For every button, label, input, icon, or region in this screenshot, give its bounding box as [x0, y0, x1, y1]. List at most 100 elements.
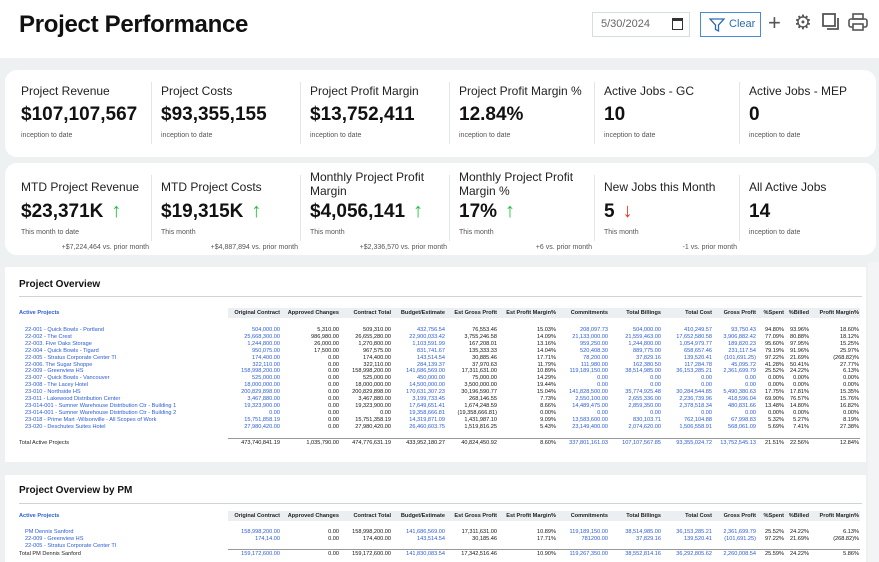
table-row[interactable]: 23-018 - Prime Mart -Wilsonville - All S… — [19, 417, 860, 424]
cell[interactable]: 21,133,000.00 — [557, 334, 609, 341]
column-header[interactable]: Contract Total — [340, 511, 392, 521]
table-row[interactable]: 22-005 - Stratus Corporate Center TI — [19, 543, 860, 550]
cell[interactable]: 18,000,000.00 — [228, 382, 281, 389]
cell[interactable]: 38,514,985.00 — [609, 529, 662, 536]
calendar-icon[interactable] — [672, 18, 683, 30]
column-header[interactable]: Budget/Estimate — [392, 511, 446, 521]
cell[interactable]: 27,980,420.00 — [228, 424, 281, 431]
clear-filter-button[interactable]: Clear — [700, 12, 761, 37]
cell[interactable]: 781200.00 — [557, 536, 609, 543]
cell[interactable]: 2,074,620.00 — [609, 424, 662, 431]
cell[interactable]: 0.00 — [662, 382, 713, 389]
cell[interactable]: 200,829,898.00 — [228, 389, 281, 396]
column-header[interactable]: %Billed — [785, 308, 810, 318]
project-link[interactable]: 23-010 - Northside HS — [19, 389, 228, 396]
cell[interactable]: 117,284.78 — [662, 362, 713, 369]
cell[interactable]: 26,460,603.75 — [392, 424, 446, 431]
cell[interactable]: 1,506,558.91 — [662, 424, 713, 431]
table-row[interactable]: 22-005 - Stratus Corporate Center TI 174,… — [19, 355, 860, 362]
cell[interactable]: 174,400.00 — [228, 355, 281, 362]
cell[interactable]: 139,520.41 — [662, 536, 713, 543]
cell[interactable]: 21,559,463.00 — [609, 334, 662, 341]
cell[interactable]: 2,361,699.79 — [713, 368, 757, 375]
table-row[interactable]: 22-003. Five Oaks Storage 1,244,800.00 26,… — [19, 341, 860, 348]
project-link[interactable]: 22-003. Five Oaks Storage — [19, 341, 228, 348]
cell[interactable]: 432,756.54 — [392, 327, 446, 334]
cell[interactable]: 1,244,800.00 — [228, 341, 281, 348]
cell[interactable]: 119,189,150.00 — [557, 529, 609, 536]
cell[interactable] — [392, 543, 446, 550]
cell[interactable]: 322,110.00 — [228, 362, 281, 369]
cell[interactable]: 418,596.04 — [713, 396, 757, 403]
cell[interactable]: 17,652,580.58 — [662, 334, 713, 341]
column-header[interactable]: Profit Margin% — [810, 308, 860, 318]
cell[interactable]: 22,900,033.42 — [392, 334, 446, 341]
cell[interactable]: 141,686,569.00 — [392, 368, 446, 375]
table-row[interactable]: 22-006. The Sugar Shoppe 322,110.00 0.00 32… — [19, 362, 860, 369]
cell[interactable]: 38,514,985.00 — [609, 368, 662, 375]
project-link[interactable]: 23-008 - The Lacey Hotel — [19, 382, 228, 389]
cell[interactable]: 504,000.00 — [609, 327, 662, 334]
cell[interactable] — [713, 543, 757, 550]
cell[interactable]: 119,189,150.00 — [557, 368, 609, 375]
cell[interactable]: 889,775.00 — [609, 348, 662, 355]
cell[interactable]: 25,668,300.00 — [228, 334, 281, 341]
table-row[interactable]: 22-002 - The Crest 25,668,300.00 986,980.0… — [19, 334, 860, 341]
cell[interactable]: 170,631,307.23 — [392, 389, 446, 396]
project-link[interactable]: PM Dennis Sanford — [19, 529, 228, 536]
table-row[interactable]: 23-007 - Quick Bowls - Vancouver 525,000.… — [19, 375, 860, 382]
cell[interactable]: 141,828,500.00 — [557, 389, 609, 396]
table-row[interactable]: 23-020 - Deschutes Suites Hotel 27,980,42… — [19, 424, 860, 431]
cell[interactable]: 208,097.73 — [557, 327, 609, 334]
cell[interactable]: 36,153,285.21 — [662, 368, 713, 375]
cell[interactable]: 37,829.16 — [609, 355, 662, 362]
table-row[interactable]: 23-010 - Northside HS 200,829,898.00 0.00 2… — [19, 389, 860, 396]
cell[interactable]: 111,980.00 — [557, 362, 609, 369]
cell[interactable]: 284,139.37 — [392, 362, 446, 369]
cell[interactable]: 2,655,336.00 — [609, 396, 662, 403]
cell[interactable]: 78,200.00 — [557, 355, 609, 362]
cell[interactable]: 0.00 — [557, 410, 609, 417]
cell[interactable]: 139,520.41 — [662, 355, 713, 362]
cell[interactable]: 14,319,871.09 — [392, 417, 446, 424]
cell[interactable]: 174,14.00 — [228, 536, 281, 543]
cell[interactable]: 141,686,569.00 — [392, 529, 446, 536]
cell[interactable]: 45,095.72 — [713, 362, 757, 369]
cell[interactable]: 2,361,699.79 — [713, 529, 757, 536]
table-row[interactable]: 22-009 - Greenview HS 174,14.00 0.00 174,40… — [19, 536, 860, 543]
project-link[interactable]: 22-005 - Stratus Corporate Center TI — [19, 543, 228, 550]
table-row[interactable]: 23-014-001 - Sumner Warehouse Distributi… — [19, 403, 860, 410]
cell[interactable]: 37,829.16 — [609, 536, 662, 543]
cell[interactable]: 525,000.00 — [228, 375, 281, 382]
cell[interactable]: 504,000.00 — [228, 327, 281, 334]
cell[interactable]: 189,820.23 — [713, 341, 757, 348]
cell[interactable]: 19,323,900.00 — [228, 403, 281, 410]
cell[interactable]: 830,103.71 — [609, 417, 662, 424]
column-header[interactable]: Commitments — [557, 308, 609, 318]
column-header[interactable]: %Spent — [757, 511, 785, 521]
cell[interactable]: 3,467,880.00 — [228, 396, 281, 403]
project-link[interactable]: 22-002 - The Crest — [19, 334, 228, 341]
column-header[interactable]: Total Billings — [609, 511, 662, 521]
column-header[interactable]: Gross Profit — [713, 308, 757, 318]
cell[interactable]: 231,117.54 — [713, 348, 757, 355]
project-link[interactable]: 23-014-001 - Sumner Warehouse Distributi… — [19, 410, 228, 417]
cell[interactable]: 2,550,100.00 — [557, 396, 609, 403]
project-link[interactable]: 23-018 - Prime Mart -Wilsonville - All S… — [19, 417, 228, 424]
cell[interactable]: 1,244,800.00 — [609, 341, 662, 348]
cell[interactable]: 143,514.54 — [392, 536, 446, 543]
cell[interactable]: 568,061.09 — [713, 424, 757, 431]
column-header[interactable]: Total Cost — [662, 511, 713, 521]
cell[interactable] — [662, 543, 713, 550]
cell[interactable]: 0.00 — [609, 375, 662, 382]
cell[interactable]: 13,583,600.00 — [557, 417, 609, 424]
cell[interactable]: 0.00 — [662, 410, 713, 417]
cell[interactable]: 520,408.30 — [557, 348, 609, 355]
column-header[interactable]: Gross Profit — [713, 511, 757, 521]
table-row[interactable]: 22-004 - Quick Bowls - Tigard 950,075.00 1… — [19, 348, 860, 355]
cell[interactable]: 1,054,979.77 — [662, 341, 713, 348]
cell[interactable]: 0.00 — [557, 382, 609, 389]
cell[interactable] — [557, 543, 609, 550]
cell[interactable]: 30,284,544.85 — [662, 389, 713, 396]
copy-icon[interactable] — [822, 13, 840, 35]
